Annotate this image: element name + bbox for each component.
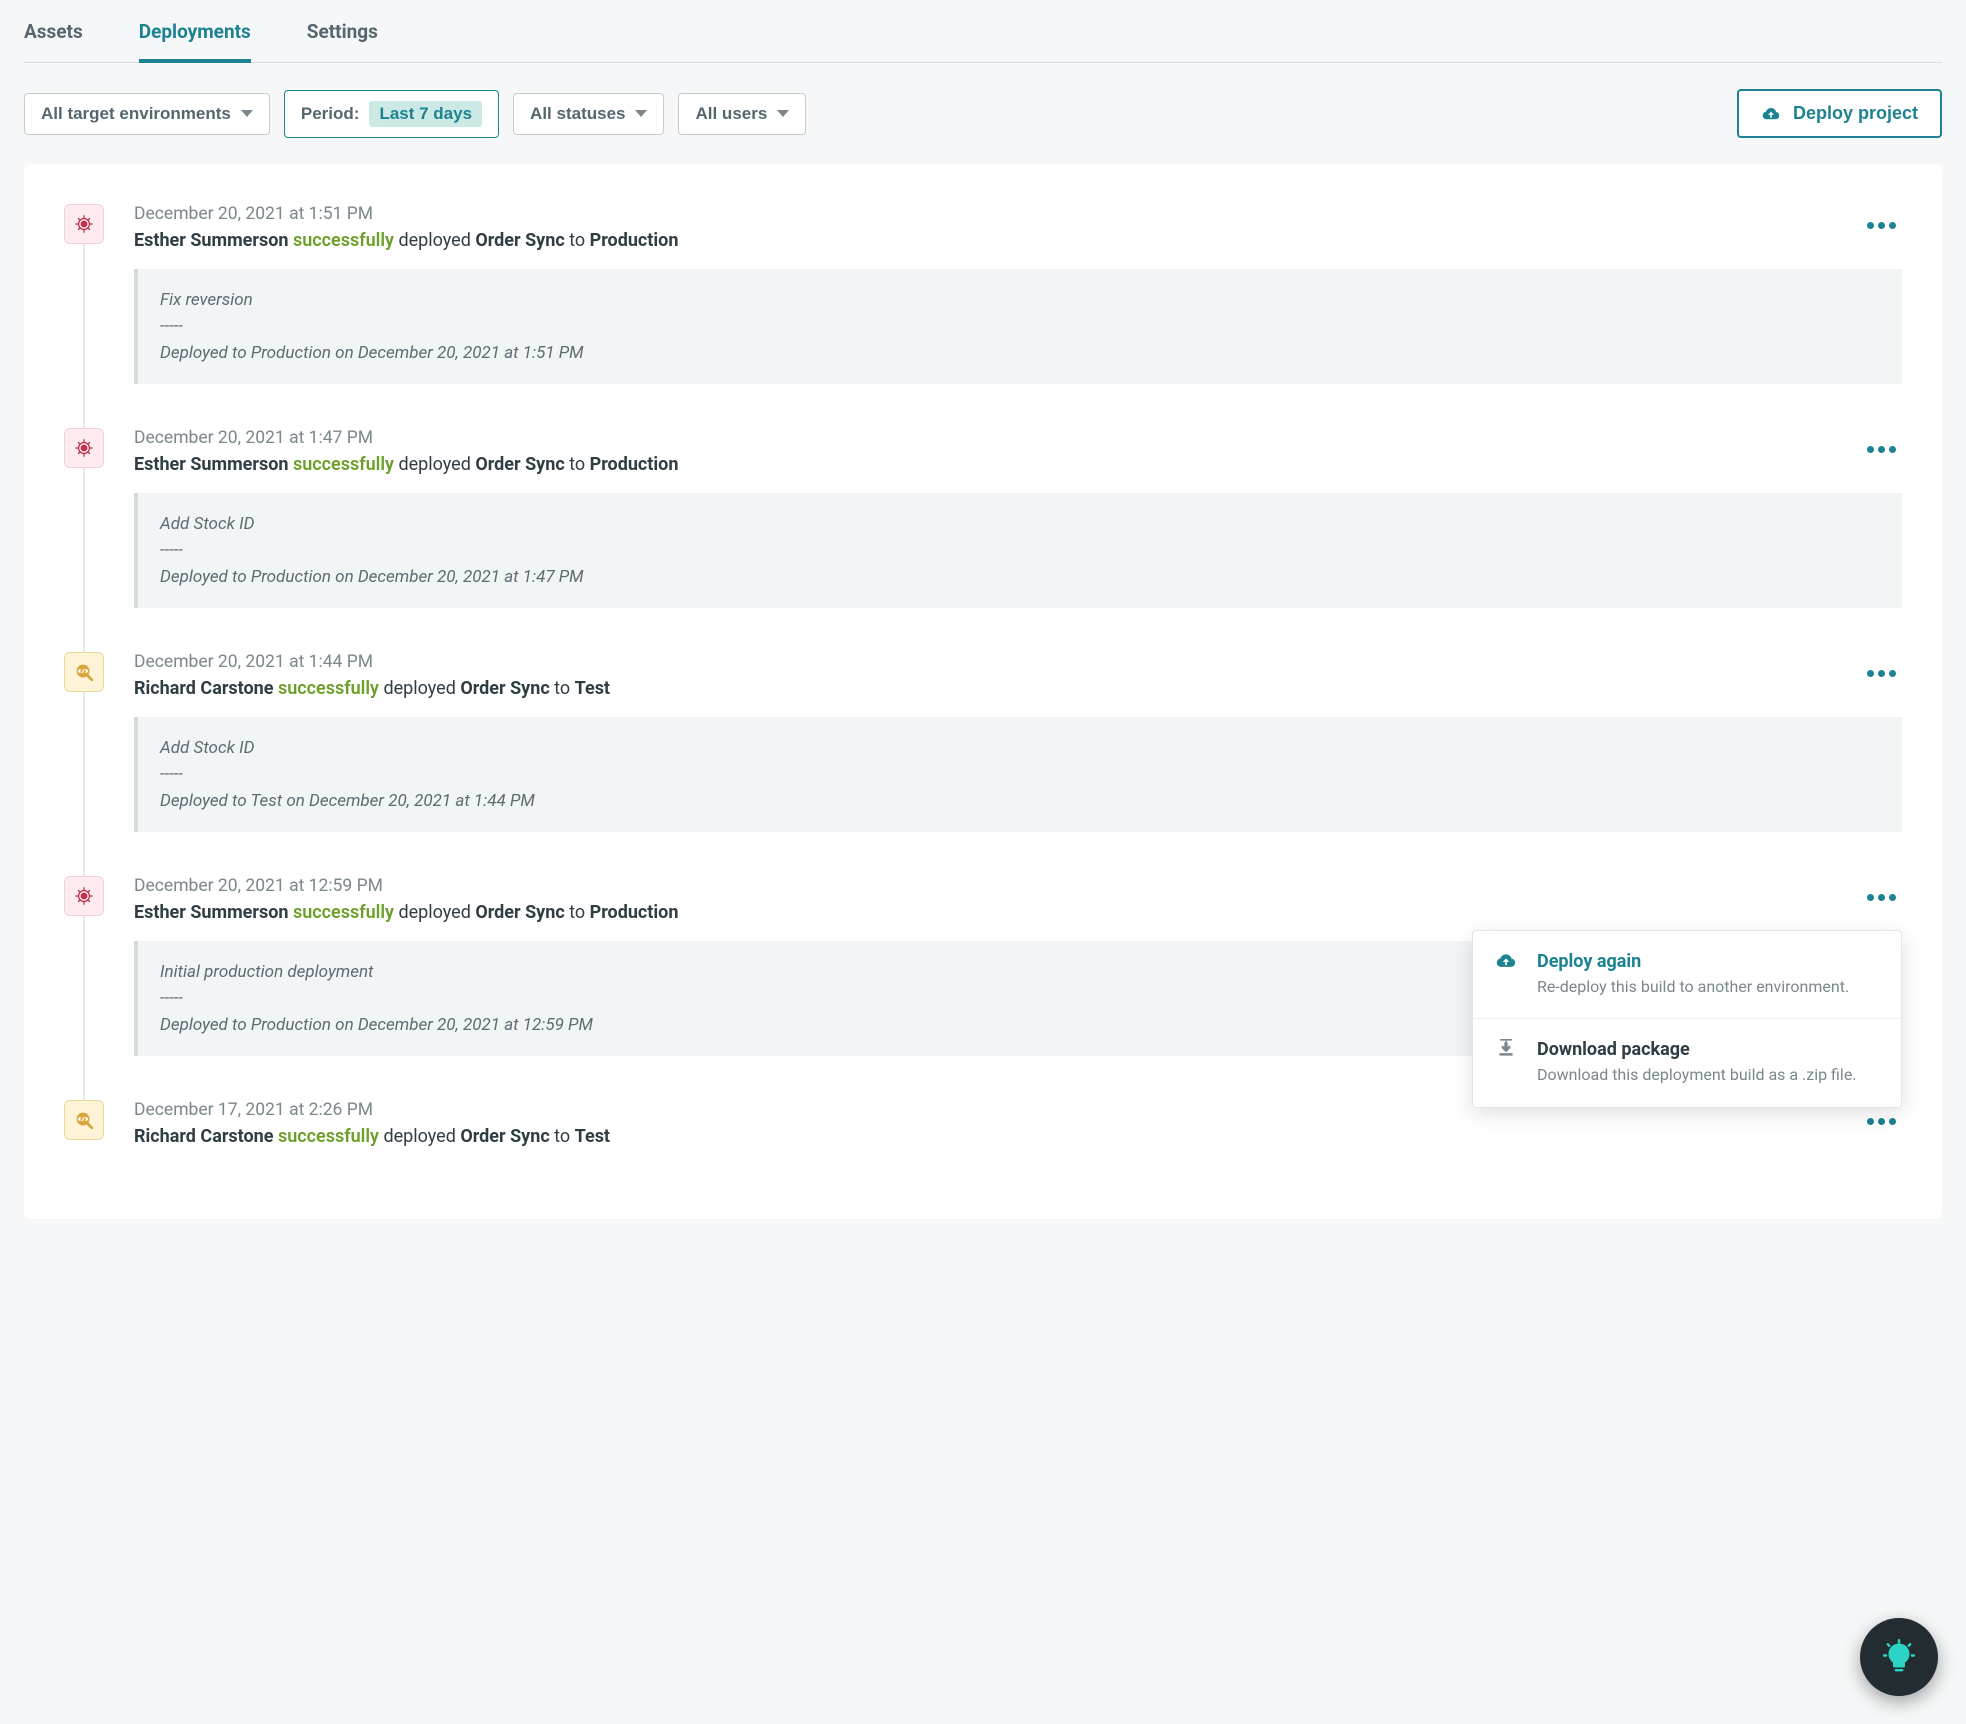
timeline-line (83, 692, 85, 876)
filter-statuses-label: All statuses (530, 104, 625, 124)
deploy-again-item[interactable]: Deploy again Re-deploy this build to anot… (1473, 931, 1901, 1019)
chevron-down-icon (241, 110, 253, 117)
entry-timestamp: December 20, 2021 at 1:44 PM (134, 652, 1902, 672)
download-package-desc: Download this deployment build as a .zip… (1537, 1064, 1857, 1086)
entry-headline: Richard Carstone successfully deployed O… (134, 678, 1902, 699)
entry-mid: deployed (394, 230, 475, 251)
entry-env: Test (575, 678, 610, 699)
more-actions-icon[interactable] (1861, 440, 1902, 459)
entry-note: Fix reversion ----- Deployed to Producti… (134, 269, 1902, 384)
cloud-upload-icon (1761, 105, 1781, 123)
entry-headline: Esther Summerson successfully deployed O… (134, 230, 1902, 251)
entry-status: successfully (293, 902, 394, 923)
entry-actions (1861, 1110, 1902, 1131)
entry-timestamp: December 20, 2021 at 12:59 PM (134, 876, 1902, 896)
deploy-again-title: Deploy again (1537, 951, 1849, 972)
deployment-entry: December 20, 2021 at 12:59 PM Esther Summ… (64, 876, 1902, 1100)
download-package-item[interactable]: Download package Download this deployment… (1473, 1019, 1901, 1106)
entry-note: Add Stock ID ----- Deployed to Productio… (134, 493, 1902, 608)
filter-period-label: Period: (301, 104, 360, 124)
chevron-down-icon (777, 110, 789, 117)
tab-settings[interactable]: Settings (307, 10, 378, 63)
entry-to: to (550, 678, 575, 699)
lightbulb-icon (1881, 1639, 1917, 1675)
entry-project: Order Sync (460, 1126, 549, 1147)
deployment-entry: December 20, 2021 at 1:44 PM Richard Cars… (64, 652, 1902, 876)
tab-assets[interactable]: Assets (24, 10, 83, 63)
entry-to: to (565, 230, 590, 251)
entry-headline: Richard Carstone successfully deployed O… (134, 1126, 1902, 1147)
more-actions-icon[interactable] (1861, 216, 1902, 235)
production-badge-icon (64, 428, 104, 468)
cloud-upload-icon (1495, 951, 1519, 998)
download-package-title: Download package (1537, 1039, 1857, 1060)
test-badge-icon (64, 1100, 104, 1140)
tabs: Assets Deployments Settings (24, 0, 1942, 63)
entry-actions: Deploy againRe-deploy this build to anot… (1861, 886, 1902, 907)
filter-period[interactable]: Period: Last 7 days (284, 90, 499, 138)
production-badge-icon (64, 204, 104, 244)
entry-project: Order Sync (460, 678, 549, 699)
entry-env: Test (575, 1126, 610, 1147)
entry-status: successfully (278, 678, 379, 699)
deploy-project-label: Deploy project (1793, 103, 1918, 124)
entry-status: successfully (278, 1126, 379, 1147)
filter-users-label: All users (695, 104, 767, 124)
entry-project: Order Sync (475, 902, 564, 923)
actions-popover: Deploy again Re-deploy this build to anot… (1472, 930, 1902, 1108)
deployment-entry: December 20, 2021 at 1:51 PM Esther Summe… (64, 204, 1902, 428)
timeline-line (83, 916, 85, 1100)
timeline-line (83, 244, 85, 428)
entry-user: Richard Carstone (134, 678, 274, 699)
entry-user: Richard Carstone (134, 1126, 274, 1147)
timeline-line (83, 468, 85, 652)
deployment-entry: December 17, 2021 at 2:26 PMRichard Cars… (64, 1100, 1902, 1209)
entry-user: Esther Summerson (134, 230, 289, 251)
entry-headline: Esther Summerson successfully deployed O… (134, 902, 1902, 923)
filter-statuses[interactable]: All statuses (513, 93, 664, 135)
entry-timestamp: December 20, 2021 at 1:51 PM (134, 204, 1902, 224)
more-actions-icon[interactable] (1861, 1112, 1902, 1131)
entry-user: Esther Summerson (134, 902, 289, 923)
deployments-panel: December 20, 2021 at 1:51 PM Esther Summe… (24, 164, 1942, 1219)
filter-users[interactable]: All users (678, 93, 806, 135)
help-fab[interactable] (1860, 1618, 1938, 1696)
filter-period-value: Last 7 days (369, 101, 482, 127)
entry-mid: deployed (394, 902, 475, 923)
download-icon (1495, 1039, 1519, 1086)
entry-to: to (565, 454, 590, 475)
entry-to: to (550, 1126, 575, 1147)
entry-headline: Esther Summerson successfully deployed O… (134, 454, 1902, 475)
entry-actions (1861, 662, 1902, 683)
entry-user: Esther Summerson (134, 454, 289, 475)
filter-bar: All target environments Period: Last 7 d… (24, 63, 1942, 164)
entry-env: Production (590, 902, 679, 923)
entry-to: to (565, 902, 590, 923)
filter-environments-label: All target environments (41, 104, 231, 124)
entry-mid: deployed (379, 1126, 460, 1147)
entry-env: Production (590, 230, 679, 251)
more-actions-icon[interactable] (1861, 664, 1902, 683)
chevron-down-icon (635, 110, 647, 117)
entry-note: Add Stock ID ----- Deployed to Test on D… (134, 717, 1902, 832)
filter-environments[interactable]: All target environments (24, 93, 270, 135)
deploy-again-desc: Re-deploy this build to another environm… (1537, 976, 1849, 998)
entry-env: Production (590, 454, 679, 475)
tab-deployments[interactable]: Deployments (139, 10, 251, 63)
deploy-project-button[interactable]: Deploy project (1737, 89, 1942, 138)
entry-actions (1861, 214, 1902, 235)
entry-actions (1861, 438, 1902, 459)
entry-project: Order Sync (475, 454, 564, 475)
test-badge-icon (64, 652, 104, 692)
production-badge-icon (64, 876, 104, 916)
entry-status: successfully (293, 454, 394, 475)
entry-mid: deployed (394, 454, 475, 475)
deployment-entry: December 20, 2021 at 1:47 PM Esther Summe… (64, 428, 1902, 652)
entry-project: Order Sync (475, 230, 564, 251)
entry-status: successfully (293, 230, 394, 251)
entry-timestamp: December 20, 2021 at 1:47 PM (134, 428, 1902, 448)
more-actions-icon[interactable] (1861, 888, 1902, 907)
entry-mid: deployed (379, 678, 460, 699)
